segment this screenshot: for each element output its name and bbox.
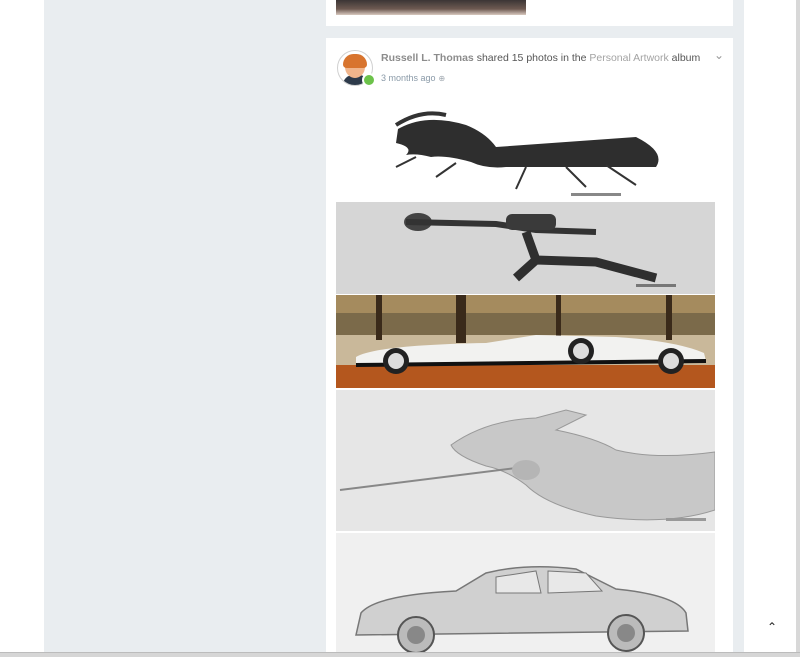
chevron-down-icon[interactable]: ⌄ [714,48,724,62]
photo-dragon-sword-drawing[interactable] [336,390,715,531]
action-text: shared 15 photos in the [473,52,590,64]
bottom-bar [0,652,800,657]
left-column [44,0,326,652]
post-time[interactable]: 3 months ago [381,73,436,83]
action-suffix: album [668,52,701,64]
author-link[interactable]: Russell L. Thomas [381,52,474,64]
post-meta: 3 months ago ⊕ [381,73,445,83]
globe-icon: ⊕ [438,74,446,83]
photo-martial-artist-drawing[interactable] [336,202,715,294]
photo-classic-car-painting[interactable] [336,295,715,388]
chevron-up-icon[interactable]: ⌃ [765,620,779,634]
photo-vintage-car-sketch[interactable] [336,533,715,652]
album-link[interactable]: Personal Artwork [589,52,668,64]
online-status-dot [362,73,376,87]
photo-beetle-drawing[interactable] [336,107,715,201]
previous-post-photo[interactable] [336,0,526,15]
post-headline: Russell L. Thomas shared 15 photos in th… [381,52,700,64]
scrollbar[interactable] [796,0,800,652]
